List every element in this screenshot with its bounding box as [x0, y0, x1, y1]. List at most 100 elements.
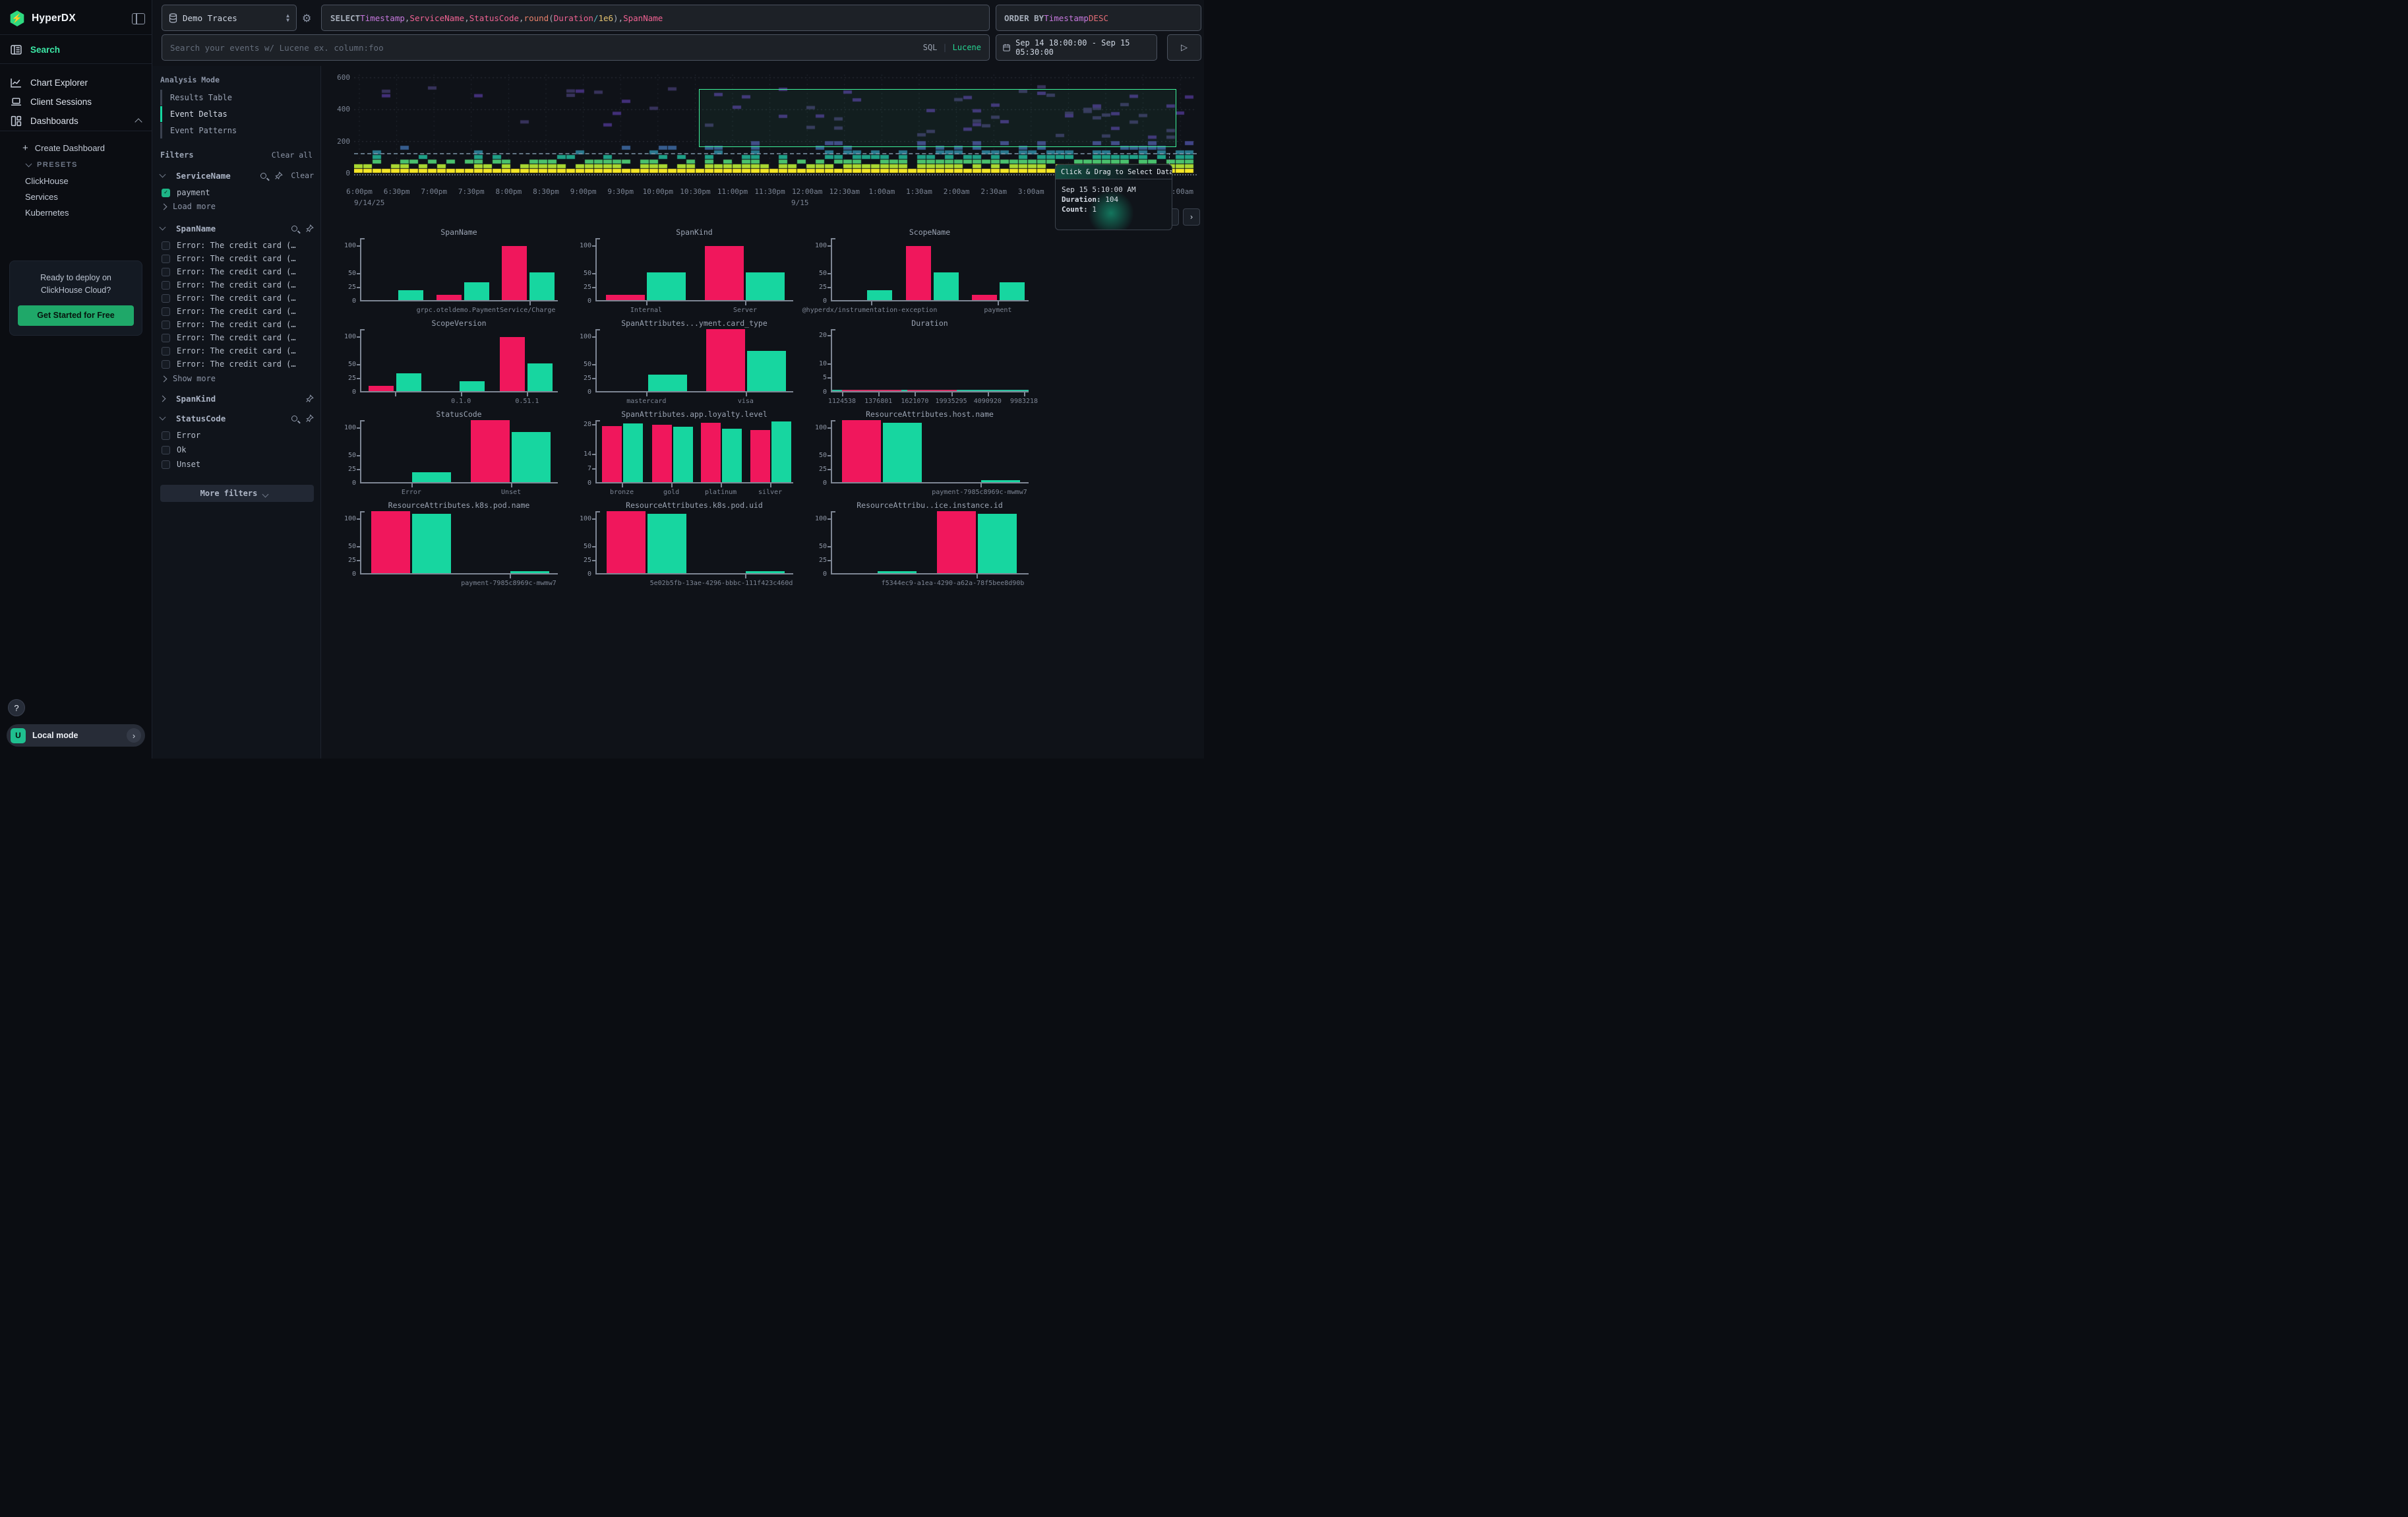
create-dashboard-button[interactable]: + Create Dashboard: [0, 140, 152, 156]
sidebar-item-label: Dashboards: [30, 116, 78, 126]
search-icon[interactable]: [291, 226, 297, 232]
search-input[interactable]: [170, 43, 918, 53]
run-query-button[interactable]: ▷: [1167, 34, 1201, 61]
x-tick: [915, 392, 916, 396]
filter-option[interactable]: Error: The credit card (…: [162, 318, 315, 331]
filter-option[interactable]: Error: The credit card (…: [162, 252, 315, 265]
chart-title: ResourceAttributes.host.name: [831, 410, 1029, 419]
sidebar-item-kubernetes[interactable]: Kubernetes: [0, 204, 152, 220]
checkbox[interactable]: [162, 268, 170, 276]
search-icon[interactable]: [260, 173, 266, 179]
checkbox[interactable]: [162, 294, 170, 303]
filter-option[interactable]: Error: The credit card (…: [162, 239, 315, 252]
clear-all-button[interactable]: Clear all: [272, 150, 313, 160]
filter-option[interactable]: Error: The credit card (…: [162, 292, 315, 305]
tab-results-table[interactable]: Results Table: [160, 90, 314, 106]
filter-option[interactable]: Error: The credit card (…: [162, 265, 315, 278]
chart-title: ScopeName: [831, 228, 1029, 237]
checkbox[interactable]: [162, 431, 170, 440]
checkbox-checked[interactable]: ✓: [162, 189, 170, 197]
clear-group-button[interactable]: Clear: [291, 171, 314, 180]
x-tick: [770, 483, 771, 487]
filter-group-statuscode[interactable]: StatusCode: [160, 412, 314, 425]
pin-icon[interactable]: [305, 414, 314, 423]
sql-select-input[interactable]: SELECT Timestamp, ServiceName, StatusCod…: [321, 5, 990, 31]
tab-event-patterns[interactable]: Event Patterns: [160, 123, 314, 139]
lang-lucene-toggle[interactable]: Lucene: [953, 43, 981, 52]
date-range-picker[interactable]: Sep 14 18:00:00 - Sep 15 05:30:00: [996, 34, 1157, 61]
y-tick-dash: [828, 560, 831, 561]
x-tick-label: Server: [733, 307, 757, 314]
sidebar-item-dashboards[interactable]: Dashboards: [0, 111, 152, 131]
checkbox[interactable]: [162, 360, 170, 369]
gear-icon[interactable]: ⚙: [302, 12, 311, 24]
filter-group-spanname[interactable]: SpanName: [160, 222, 314, 235]
pin-icon[interactable]: [305, 394, 314, 403]
checkbox[interactable]: [162, 255, 170, 263]
y-tick-dash: [357, 378, 360, 379]
heatmap-selection-rect[interactable]: [699, 89, 1176, 147]
filter-group-title: SpanKind: [176, 394, 216, 404]
filter-option[interactable]: Error: The credit card (…: [162, 331, 315, 344]
sidebar-collapse-icon[interactable]: [132, 13, 145, 24]
order-by-input[interactable]: ORDER BY Timestamp DESC: [996, 5, 1201, 31]
lang-sql-toggle[interactable]: SQL: [923, 43, 938, 52]
axis-date-mid: 9/15: [791, 199, 809, 207]
laptop-icon: [11, 96, 22, 108]
x-tick: [988, 392, 989, 396]
preset-label: Kubernetes: [25, 208, 69, 218]
x-tick: [977, 574, 978, 578]
checkbox[interactable]: [162, 446, 170, 454]
select-chevrons-icon: ▲▼: [286, 13, 289, 22]
inlier-bar: [464, 282, 489, 300]
tooltip-header: Click & Drag to Select Data: [1056, 165, 1172, 179]
chart-title: SpanAttributes.app.loyalty.level: [595, 410, 793, 419]
y-tick-label: 0: [331, 297, 356, 305]
show-more-button[interactable]: Show more: [162, 373, 216, 385]
source-select[interactable]: Demo Traces ▲▼: [162, 5, 297, 31]
checkbox[interactable]: [162, 241, 170, 250]
sidebar-item-search[interactable]: Search: [0, 40, 152, 59]
sidebar-item-services[interactable]: Services: [0, 189, 152, 204]
inlier-bar: [527, 363, 553, 391]
filter-option[interactable]: ✓payment: [162, 186, 315, 199]
tooltip-count: Count: 1: [1056, 204, 1172, 214]
presets-toggle[interactable]: PRESETS: [0, 157, 152, 173]
checkbox[interactable]: [162, 321, 170, 329]
filter-option[interactable]: Unset: [162, 458, 315, 471]
checkbox[interactable]: [162, 281, 170, 290]
checkbox[interactable]: [162, 334, 170, 342]
sidebar-item-clickhouse[interactable]: ClickHouse: [0, 173, 152, 189]
filter-option[interactable]: Error: The credit card (…: [162, 344, 315, 357]
sidebar-item-chart-explorer[interactable]: Chart Explorer: [0, 73, 152, 92]
filter-option[interactable]: Ok: [162, 443, 315, 456]
y-tick-label: 25: [566, 557, 591, 564]
filter-option[interactable]: Error: The credit card (…: [162, 278, 315, 292]
local-mode-button[interactable]: U Local mode ›: [7, 724, 145, 747]
tab-event-deltas[interactable]: Event Deltas: [160, 106, 314, 122]
pin-icon[interactable]: [274, 171, 283, 180]
filter-group-spankind[interactable]: SpanKind: [160, 392, 314, 405]
next-page-button[interactable]: ›: [1183, 208, 1200, 226]
filter-group-servicename[interactable]: ServiceName Clear: [160, 169, 314, 182]
filter-option[interactable]: Error: [162, 429, 315, 442]
filter-option[interactable]: Error: The credit card (…: [162, 305, 315, 318]
load-more-button[interactable]: Load more: [162, 201, 216, 212]
x-tick: [646, 392, 647, 396]
search-icon[interactable]: [291, 416, 297, 421]
more-filters-button[interactable]: More filters: [160, 485, 314, 502]
x-tick-label: gold: [663, 489, 679, 496]
checkbox[interactable]: [162, 347, 170, 356]
outlier-bar: [750, 430, 770, 482]
y-tick-label: 50: [566, 270, 591, 277]
sidebar-item-client-sessions[interactable]: Client Sessions: [0, 92, 152, 111]
checkbox[interactable]: [162, 460, 170, 469]
get-started-button[interactable]: Get Started for Free: [18, 305, 134, 326]
y-tick-dash: [357, 245, 360, 247]
help-button[interactable]: ?: [8, 699, 25, 716]
filter-option[interactable]: Error: The credit card (…: [162, 357, 315, 371]
mini-chart-spanattributes-app-loyalty-level: SpanAttributes.app.loyalty.level071428br…: [565, 410, 800, 497]
pin-icon[interactable]: [305, 224, 314, 233]
checkbox[interactable]: [162, 307, 170, 316]
y-tick-label: 50: [331, 270, 356, 277]
